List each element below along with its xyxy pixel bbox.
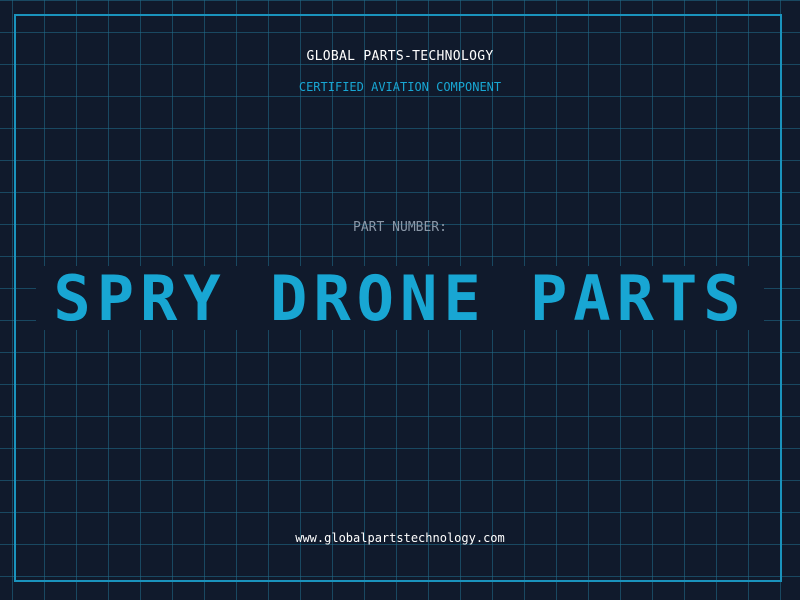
website-url: www.globalpartstechnology.com <box>295 531 505 545</box>
part-number-label: PART NUMBER: <box>353 220 447 235</box>
brand-name: GLOBAL PARTS-TECHNOLOGY <box>306 49 494 64</box>
tagline: CERTIFIED AVIATION COMPONENT <box>298 80 502 94</box>
part-number-value: SPRY DRONE PARTS <box>53 262 747 335</box>
parts-label-card: GLOBAL PARTS-TECHNOLOGY CERTIFIED AVIATI… <box>0 0 800 600</box>
